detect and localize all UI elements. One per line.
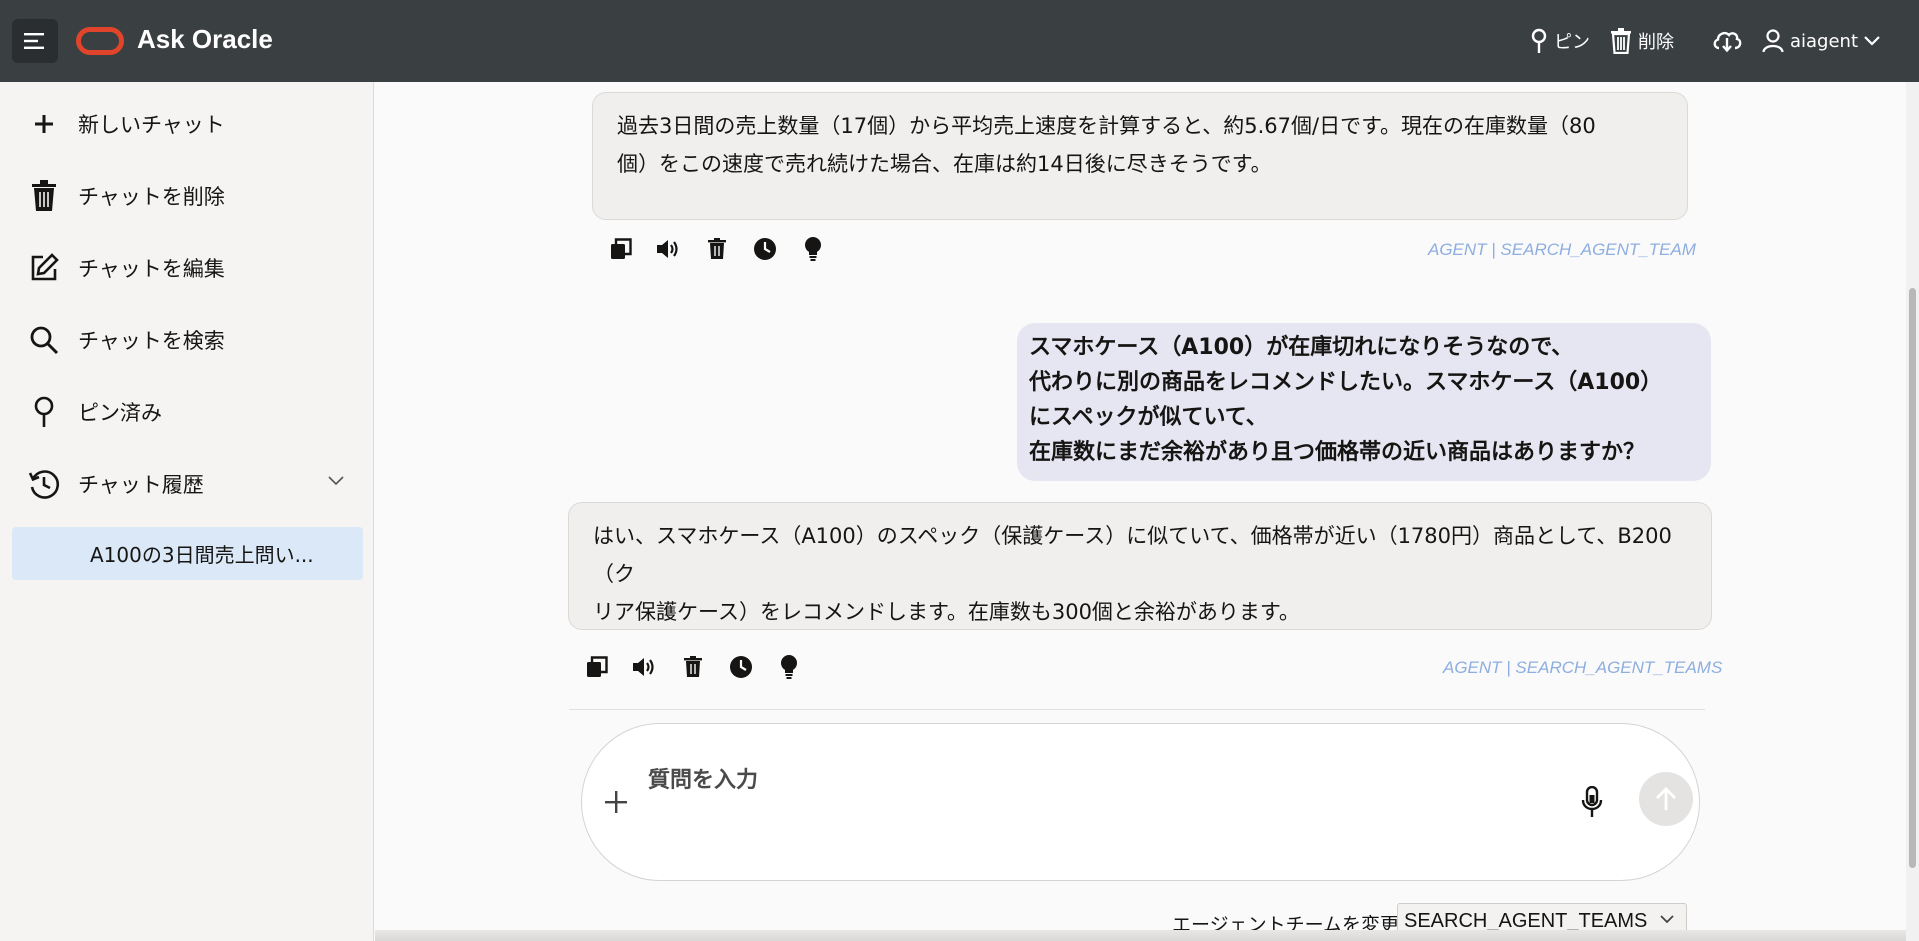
chat-area: 過去3日間の売上数量（17個）から平均売上速度を計算すると、約5.67個/日です… (375, 82, 1905, 941)
microphone-icon (1581, 786, 1603, 817)
bottom-edge (375, 930, 1906, 941)
prompt-input[interactable] (648, 760, 1548, 800)
sidebar-item-pinned[interactable]: ピン済み (26, 390, 366, 434)
sidebar-item-label: チャットを編集 (78, 257, 225, 281)
agent-tag: AGENT | SEARCH_AGENT_TEAMS (1443, 658, 1723, 677)
user-message: スマホケース（A100）が在庫切れになりそうなので、 代わりに別の商品をレコメン… (1017, 323, 1711, 481)
send-button[interactable] (1639, 772, 1693, 826)
download-button[interactable] (1712, 24, 1742, 58)
agent-message: はい、スマホケース（A100）のスペック（保護ケース）に似ていて、価格帯が近い（… (568, 502, 1712, 630)
attach-button[interactable] (594, 780, 638, 824)
user-name: aiagent (1790, 30, 1859, 52)
message-text: 在庫数にまだ余裕があり且つ価格帯の近い商品はありますか？ (1029, 440, 1646, 465)
app-title: Ask Oracle (137, 24, 273, 54)
top-bar: Ask Oracle ピン 削除 aiagent (0, 0, 1919, 82)
edit-icon (26, 250, 62, 286)
trash-icon[interactable] (704, 236, 730, 262)
trash-icon[interactable] (680, 654, 706, 680)
clock-icon[interactable] (728, 654, 754, 680)
cloud-download-icon (1713, 32, 1742, 53)
divider (569, 709, 1705, 710)
pin-button[interactable]: ピン (1530, 24, 1590, 58)
message-text: にスペックが似ていて、 (1029, 405, 1268, 430)
sidebar-item-edit-chat[interactable]: チャットを編集 (26, 246, 366, 290)
delete-button[interactable]: 削除 (1610, 24, 1674, 58)
message-text: スマホケース（A100）が在庫切れになりそうなので、 (1029, 335, 1574, 360)
trash-icon (1611, 28, 1631, 54)
trash-icon (26, 178, 62, 214)
clock-icon[interactable] (752, 236, 778, 262)
history-item[interactable]: A100の3日間売上問い... (12, 527, 363, 580)
speaker-icon[interactable] (632, 654, 658, 680)
sidebar-item-label: チャットを検索 (78, 329, 225, 353)
lightbulb-icon[interactable] (776, 654, 802, 680)
pin-label: ピン (1554, 32, 1590, 53)
message-text: 過去3日間の売上数量（17個）から平均売上速度を計算すると、約5.67個/日です… (617, 114, 1596, 138)
sidebar-item-label: ピン済み (78, 401, 162, 425)
message-text: はい、スマホケース（A100）のスペック（保護ケース）に似ていて、価格帯が近い（… (593, 524, 1672, 586)
scrollbar[interactable] (1906, 82, 1919, 941)
sidebar-item-label: 新しいチャット (78, 113, 225, 137)
chat-composer (581, 723, 1700, 881)
plus-icon (605, 791, 627, 813)
pin-icon (1531, 28, 1547, 53)
scrollbar-thumb[interactable] (1909, 288, 1916, 868)
copy-icon[interactable] (584, 654, 610, 680)
sidebar-item-label: チャットを削除 (78, 185, 225, 209)
history-icon (26, 466, 62, 502)
arrow-up-icon (1656, 787, 1676, 810)
sidebar-item-search-chat[interactable]: チャットを検索 (26, 318, 366, 362)
sidebar-item-delete-chat[interactable]: チャットを削除 (26, 174, 366, 218)
oracle-logo (76, 27, 124, 55)
agent-tag: AGENT | SEARCH_AGENT_TEAM (1428, 240, 1696, 259)
chevron-down-icon (1864, 36, 1880, 46)
plus-icon (26, 106, 62, 142)
pin-icon (26, 394, 62, 430)
speaker-icon[interactable] (656, 236, 682, 262)
sidebar: 新しいチャット チャットを削除 チャットを編集 チャットを検索 ピン済み チャッ… (0, 82, 374, 941)
message-toolbar (608, 236, 826, 262)
agent-message: 過去3日間の売上数量（17個）から平均売上速度を計算すると、約5.67個/日です… (592, 92, 1688, 220)
message-text: 個）をこの速度で売れ続けた場合、在庫は約14日後に尽きそうです。 (617, 152, 1272, 176)
user-menu[interactable]: aiagent (1762, 24, 1880, 58)
message-text: リア保護ケース）をレコメンドします。在庫数も300個と余裕があります。 (593, 600, 1300, 624)
chevron-down-icon (1660, 915, 1674, 924)
lightbulb-icon[interactable] (800, 236, 826, 262)
search-icon (26, 322, 62, 358)
delete-label: 削除 (1638, 32, 1674, 53)
copy-icon[interactable] (608, 236, 634, 262)
user-icon (1762, 29, 1784, 53)
chevron-down-icon[interactable] (328, 476, 344, 486)
sidebar-item-label: チャット履歴 (78, 473, 204, 497)
sidebar-item-chat-history[interactable]: チャット履歴 (26, 462, 366, 506)
message-toolbar (584, 654, 802, 680)
message-text: 代わりに別の商品をレコメンドしたい。スマホケース（A100） (1029, 370, 1663, 395)
sidebar-item-new-chat[interactable]: 新しいチャット (26, 102, 366, 146)
microphone-button[interactable] (1577, 784, 1607, 820)
hamburger-icon (24, 33, 44, 49)
menu-toggle-button[interactable] (12, 19, 58, 63)
